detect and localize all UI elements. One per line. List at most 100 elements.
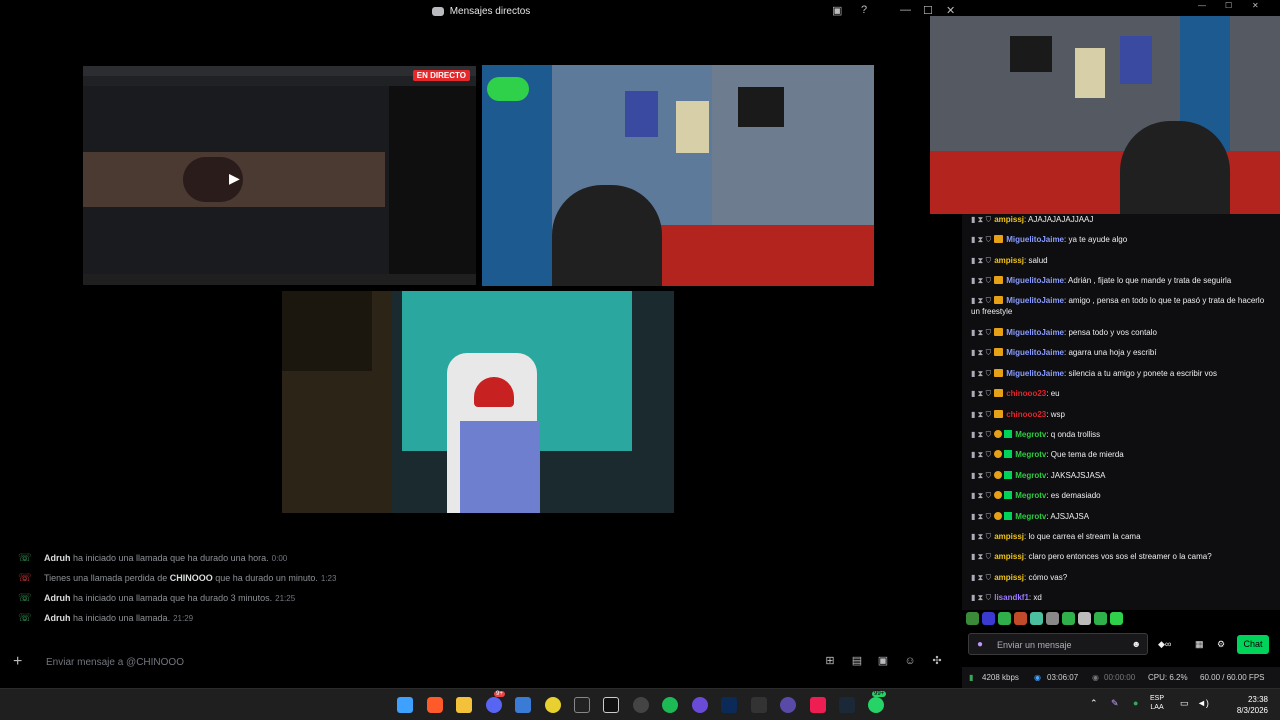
- mod-badges-icon[interactable]: ▮ ⧗ ⛉: [971, 328, 991, 337]
- webcam-tile-adruh[interactable]: [482, 65, 874, 286]
- chat-username[interactable]: chinooo23: [1006, 389, 1046, 398]
- mic-icon[interactable]: ●: [977, 639, 983, 650]
- chat-username[interactable]: Megrotv: [1015, 512, 1046, 521]
- whatsapp-icon[interactable]: [868, 697, 884, 713]
- minimize-button[interactable]: —: [900, 4, 911, 16]
- chat-username[interactable]: Megrotv: [1015, 491, 1046, 500]
- network-icon[interactable]: ▭: [1180, 698, 1189, 709]
- chat-username[interactable]: MiguelitoJaime: [1006, 296, 1064, 305]
- emoji-icon[interactable]: ☻: [1132, 639, 1141, 649]
- mod-badges-icon[interactable]: ▮ ⧗ ⛉: [971, 552, 991, 561]
- app-icon[interactable]: [780, 697, 796, 713]
- video-player[interactable]: ▶: [83, 152, 385, 207]
- message-input[interactable]: Enviar mensaje a @CHINOOO: [46, 657, 184, 668]
- clock[interactable]: 23:38 8/3/2026: [1237, 694, 1268, 716]
- brave-icon[interactable]: [427, 697, 443, 713]
- volume-icon[interactable]: ◄): [1197, 698, 1209, 708]
- tiktok-studio-icon[interactable]: [810, 697, 826, 713]
- emoji-icon[interactable]: ☺: [904, 655, 916, 667]
- start-icon[interactable]: [397, 697, 413, 713]
- app-icon[interactable]: [692, 697, 708, 713]
- emote[interactable]: [1014, 612, 1027, 625]
- inbox-icon[interactable]: ▣: [832, 4, 842, 17]
- chat-username[interactable]: MiguelitoJaime: [1006, 369, 1064, 378]
- chat-username[interactable]: ampissj: [994, 256, 1024, 265]
- chat-username[interactable]: lisandkf1: [994, 593, 1029, 602]
- gift-icon[interactable]: ▦: [1195, 639, 1204, 650]
- minimize-button[interactable]: —: [1198, 1, 1206, 10]
- capcut-icon[interactable]: [574, 697, 590, 713]
- mod-badges-icon[interactable]: ▮ ⧗ ⛉: [971, 410, 991, 419]
- file-explorer-icon[interactable]: [456, 697, 472, 713]
- mod-badges-icon[interactable]: ▮ ⧗ ⛉: [971, 256, 991, 265]
- obs-icon[interactable]: [633, 697, 649, 713]
- app-icon[interactable]: [751, 697, 767, 713]
- chat-username[interactable]: Megrotv: [1015, 450, 1046, 459]
- emote[interactable]: [1046, 612, 1059, 625]
- chat-input[interactable]: ● Enviar un mensaje ☻: [968, 633, 1148, 655]
- mod-badges-icon[interactable]: ▮ ⧗ ⛉: [971, 471, 991, 480]
- tray-chevron-icon[interactable]: ⌃: [1090, 698, 1098, 709]
- maximize-button[interactable]: ☐: [1225, 1, 1232, 10]
- mod-badges-icon[interactable]: ▮ ⧗ ⛉: [971, 593, 991, 602]
- chat-username[interactable]: MiguelitoJaime: [1006, 328, 1064, 337]
- gif-icon[interactable]: ▤: [851, 655, 863, 667]
- chat-username[interactable]: ampissj: [994, 532, 1024, 541]
- mod-badges-icon[interactable]: ▮ ⧗ ⛉: [971, 215, 991, 224]
- photos-icon[interactable]: [515, 697, 531, 713]
- emote[interactable]: [982, 612, 995, 625]
- mod-badges-icon[interactable]: ▮ ⧗ ⛉: [971, 532, 991, 541]
- mod-badges-icon[interactable]: ▮ ⧗ ⛉: [971, 450, 991, 459]
- obs-stats-bar: ▮ 4208 kbps ◉ 03:06:07 ◉ 00:00:00 CPU: 6…: [962, 667, 1280, 688]
- gift-icon[interactable]: ⊞: [824, 655, 836, 667]
- chat-input-placeholder: Enviar un mensaje: [997, 640, 1072, 650]
- help-icon[interactable]: ?: [861, 4, 867, 16]
- mod-badges-icon[interactable]: ▮ ⧗ ⛉: [971, 369, 991, 378]
- emote[interactable]: [1030, 612, 1043, 625]
- mod-badges-icon[interactable]: ▮ ⧗ ⛉: [971, 235, 991, 244]
- chat-username[interactable]: ampissj: [994, 573, 1024, 582]
- mod-badges-icon[interactable]: ▮ ⧗ ⛉: [971, 512, 991, 521]
- close-button[interactable]: ✕: [1252, 1, 1259, 10]
- emote[interactable]: [1110, 612, 1123, 625]
- tiktok-icon[interactable]: [603, 697, 619, 713]
- emote[interactable]: [1094, 612, 1107, 625]
- tray-app-icon[interactable]: ✎: [1111, 698, 1119, 709]
- discord-icon[interactable]: [486, 697, 502, 713]
- chat-username[interactable]: Megrotv: [1015, 430, 1046, 439]
- app-icon[interactable]: [545, 697, 561, 713]
- language-indicator[interactable]: ESP LAA: [1150, 694, 1164, 712]
- crown-badge-icon: [994, 369, 1004, 377]
- mod-badges-icon[interactable]: ▮ ⧗ ⛉: [971, 491, 991, 500]
- chat-username[interactable]: chinooo23: [1006, 410, 1046, 419]
- apps-icon[interactable]: ✣: [931, 655, 943, 667]
- chat-username[interactable]: MiguelitoJaime: [1006, 276, 1064, 285]
- settings-icon[interactable]: ⚙: [1217, 639, 1225, 650]
- play-icon[interactable]: ▶: [229, 170, 240, 187]
- sticker-icon[interactable]: ▣: [877, 655, 889, 667]
- emote[interactable]: [998, 612, 1011, 625]
- chat-username[interactable]: ampissj: [994, 552, 1024, 561]
- emote[interactable]: [1062, 612, 1075, 625]
- spotify-icon[interactable]: [662, 697, 678, 713]
- mod-badges-icon[interactable]: ▮ ⧗ ⛉: [971, 296, 991, 305]
- mod-badges-icon[interactable]: ▮ ⧗ ⛉: [971, 348, 991, 357]
- chat-username[interactable]: ampissj: [994, 215, 1024, 224]
- mod-badges-icon[interactable]: ▮ ⧗ ⛉: [971, 430, 991, 439]
- chat-username[interactable]: MiguelitoJaime: [1006, 348, 1064, 357]
- webcam-tile-chinooo[interactable]: [282, 291, 674, 513]
- mod-badges-icon[interactable]: ▮ ⧗ ⛉: [971, 276, 991, 285]
- attach-plus-icon[interactable]: +: [13, 653, 22, 671]
- tray-mic-icon[interactable]: ●: [1133, 698, 1138, 708]
- photoshop-icon[interactable]: [721, 697, 737, 713]
- chat-username[interactable]: MiguelitoJaime: [1006, 235, 1064, 244]
- mod-badges-icon[interactable]: ▮ ⧗ ⛉: [971, 389, 991, 398]
- mod-badges-icon[interactable]: ▮ ⧗ ⛉: [971, 573, 991, 582]
- steam-icon[interactable]: [839, 697, 855, 713]
- emote[interactable]: [966, 612, 979, 625]
- chat-username[interactable]: Megrotv: [1015, 471, 1046, 480]
- emote[interactable]: [1078, 612, 1091, 625]
- bits-icon[interactable]: ◆∞: [1158, 639, 1171, 650]
- screen-share-tile[interactable]: ▶ EN DIRECTO: [83, 66, 476, 285]
- chat-send-button[interactable]: Chat: [1237, 635, 1269, 654]
